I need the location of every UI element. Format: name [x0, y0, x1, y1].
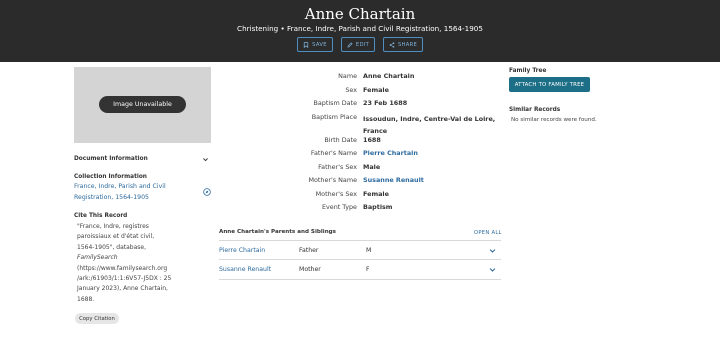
field-name: Name Anne Chartain [220, 72, 510, 84]
field-value: Female [363, 86, 389, 94]
citation-text: "France, Indre, registres paroissiaux et… [77, 222, 212, 305]
edit-button-label: EDIT [355, 41, 370, 48]
field-fathers-name: Father's Name Pierre Chartain [220, 149, 510, 161]
relative-row[interactable]: Susanne Renault Mother F [219, 260, 501, 280]
mothers-name-link[interactable]: Susanne Renault [363, 176, 424, 184]
field-mothers-sex: Mother's Sex Female [220, 190, 510, 202]
relative-sex: F [366, 266, 370, 273]
field-label: Baptism Date [313, 99, 358, 107]
relative-name-link[interactable]: Pierre Chartain [219, 247, 265, 254]
field-value: 23 Feb 1688 [363, 99, 408, 107]
field-event-type: Event Type Baptism [220, 203, 510, 215]
compass-icon[interactable] [203, 188, 211, 196]
citation-line: 1564-1905", database, [77, 243, 147, 251]
attach-to-family-tree-button[interactable]: ATTACH TO FAMILY TREE [509, 77, 590, 92]
field-label: Birth Date [324, 136, 357, 144]
page-title: Anne Chartain [304, 5, 416, 23]
field-value: Anne Chartain [363, 72, 415, 80]
record-image-placeholder: Image Unavailable [74, 67, 211, 143]
chevron-down-icon[interactable] [489, 267, 496, 273]
similar-records-heading: Similar Records [509, 107, 561, 113]
field-mothers-name: Mother's Name Susanne Renault [220, 176, 510, 188]
share-button[interactable]: SHARE [383, 37, 423, 52]
image-unavailable-badge: Image Unavailable [99, 96, 186, 113]
copy-citation-button[interactable]: Copy Citation [75, 313, 119, 324]
citation-line: January 2023), Anne Chartain, [77, 285, 168, 293]
document-information-toggle[interactable]: Document Information [74, 156, 148, 162]
collection-information-heading: Collection Information [74, 174, 147, 180]
collection-link[interactable]: France, Indre, Parish and Civil Registra… [74, 182, 166, 203]
relative-row[interactable]: Pierre Chartain Father M [219, 240, 501, 260]
field-label: Baptism Place [311, 113, 357, 121]
field-baptism-place: Baptism Place Issoudun, Indre, Centre-Va… [220, 113, 510, 137]
relatives-heading: Anne Chartain's Parents and Siblings [219, 229, 337, 235]
citation-line: /ark:/61903/1:1:6V57-J5DX : 25 [77, 275, 172, 283]
field-label: Event Type [321, 203, 357, 211]
save-button[interactable]: SAVE [297, 37, 333, 52]
chevron-down-icon[interactable] [202, 156, 209, 163]
collection-link-line1[interactable]: France, Indre, Parish and Civil [74, 182, 166, 193]
field-sex: Sex Female [220, 86, 510, 98]
field-value: 1688 [363, 136, 381, 144]
citation-line: paroissiaux et d'état civil, [77, 233, 155, 241]
field-value: Female [363, 190, 389, 198]
citation-line: 1688. [77, 295, 95, 303]
cite-this-record-heading: Cite This Record [74, 213, 128, 219]
relative-role: Mother [299, 266, 321, 273]
edit-button[interactable]: EDIT [341, 37, 375, 52]
field-label: Father's Name [310, 149, 357, 157]
field-label: Sex [345, 86, 357, 94]
collection-link-line2[interactable]: Registration, 1564-1905 [74, 193, 166, 204]
field-value-line: Issoudun, Indre, Centre-Val de Loire, [363, 115, 496, 123]
chevron-down-icon[interactable] [489, 248, 496, 254]
no-similar-records-text: No similar records were found. [511, 117, 597, 123]
citation-line: FamilySearch [77, 254, 118, 262]
share-button-label: SHARE [397, 41, 418, 48]
share-icon [389, 41, 395, 48]
pencil-icon [347, 41, 353, 48]
relative-name-link[interactable]: Susanne Renault [219, 266, 271, 273]
field-label: Mother's Sex [315, 190, 357, 198]
field-value: Issoudun, Indre, Centre-Val de Loire, Fr… [363, 113, 495, 137]
field-value: Male [363, 163, 381, 171]
record-subtitle: Christening • France, Indre, Parish and … [237, 24, 483, 33]
field-label: Name [338, 72, 357, 80]
field-value: Baptism [363, 203, 393, 211]
relative-sex: M [366, 247, 372, 254]
bookmark-icon [304, 41, 309, 48]
field-label: Father's Sex [318, 163, 357, 171]
open-all-button[interactable]: OPEN ALL [474, 230, 502, 236]
record-header: Anne Chartain Christening • France, Indr… [0, 0, 720, 62]
fathers-name-link[interactable]: Pierre Chartain [363, 149, 418, 157]
relative-role: Father [299, 247, 319, 254]
field-fathers-sex: Father's Sex Male [220, 163, 510, 175]
citation-line: (https://www.familysearch.org [77, 264, 168, 272]
field-birth-date: Birth Date 1688 [220, 136, 510, 148]
family-tree-heading: Family Tree [509, 68, 547, 74]
field-label: Mother's Name [308, 176, 357, 184]
field-baptism-date: Baptism Date 23 Feb 1688 [220, 99, 510, 111]
citation-line: "France, Indre, registres [77, 223, 149, 230]
save-button-label: SAVE [312, 41, 327, 48]
